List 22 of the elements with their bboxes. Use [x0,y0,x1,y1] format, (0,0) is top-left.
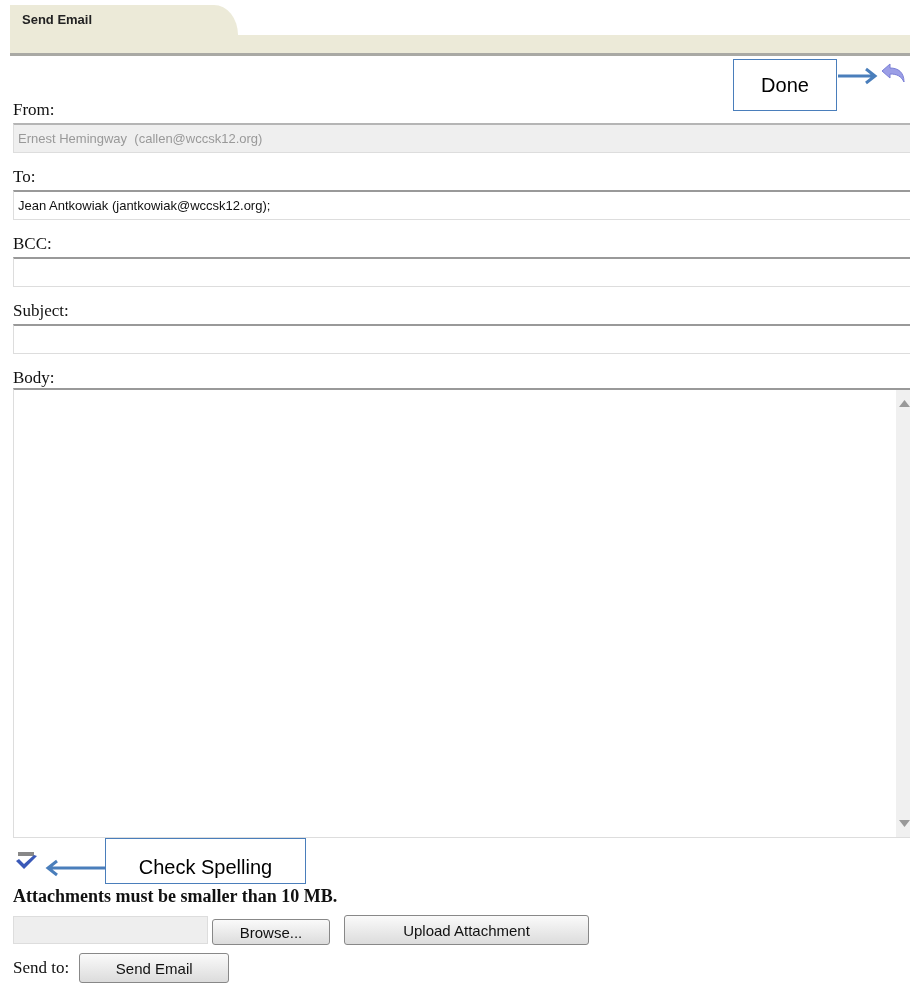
done-callout: Done [733,59,837,111]
field-label: Body: [13,368,56,388]
field-label: BCC: [13,234,53,254]
spelling-callout: Check Spelling [105,838,306,884]
attachment-note: Attachments must be smaller than 10 MB. [13,886,339,907]
field-label: From: [13,100,56,120]
arrow [838,67,878,85]
scroll-down-icon[interactable] [899,820,910,827]
arrow [45,859,105,877]
send-email-button[interactable]: Send Email [79,953,230,983]
scroll-up-icon[interactable] [899,400,910,407]
scrollbar[interactable] [896,390,910,837]
field-label: To: [13,167,37,187]
upload-attachment-button[interactable]: Upload Attachment [344,915,589,945]
browse-button[interactable]: Browse... [212,919,330,945]
send-label: Send to: [13,958,70,978]
tab[interactable]: Send Email [10,5,238,35]
field-label: Subject: [13,301,70,321]
input-field[interactable]: Jean Antkowiak (jantkowiak@wccsk12.org); [13,190,910,220]
input-field[interactable] [13,257,910,287]
input-field[interactable] [13,324,910,354]
reply-icon[interactable] [880,62,906,84]
